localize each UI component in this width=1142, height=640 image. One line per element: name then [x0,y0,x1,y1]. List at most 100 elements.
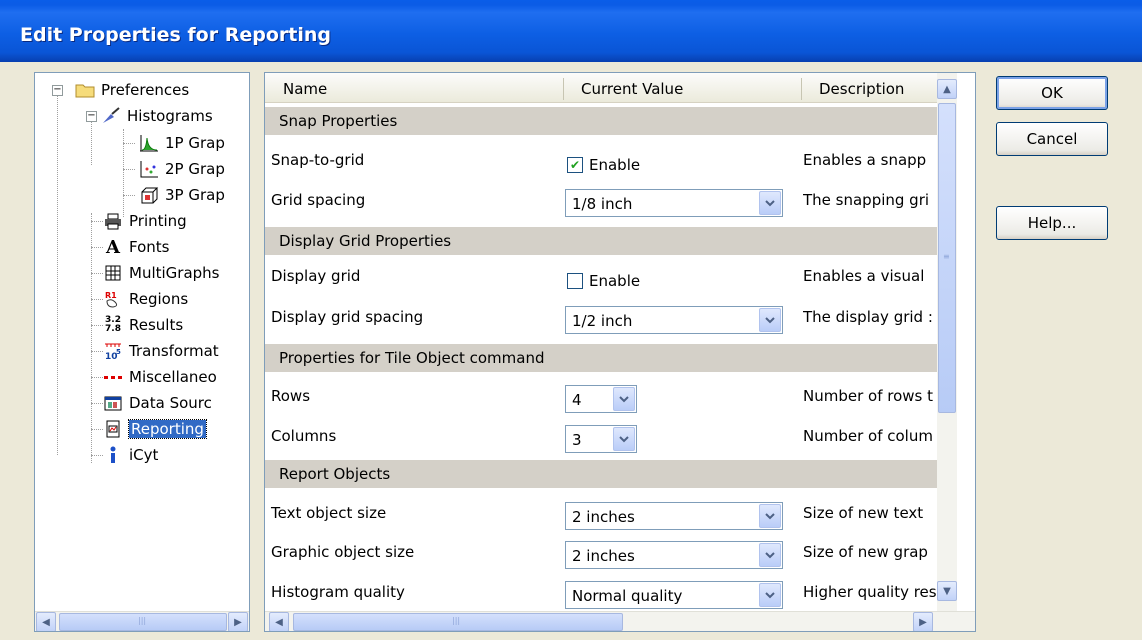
checkbox-label: Enable [589,272,641,290]
property-description: The display grid : [803,308,933,326]
collapse-preferences-icon[interactable]: − [52,85,63,96]
checkbox-label: Enable [589,156,641,174]
tree-item-label: 2P Grap [165,160,225,178]
button-label: Cancel [1026,130,1078,148]
tree-item-label: Fonts [129,238,170,256]
tree-item-icyt[interactable]: iCyt [103,442,158,468]
scroll-down-icon[interactable]: ▼ [937,581,957,601]
chevron-down-icon[interactable] [759,191,781,215]
rows-dropdown[interactable]: 4 [565,385,637,413]
tree-item-label-selected: Reporting [128,419,207,439]
property-description: Enables a visual [803,267,925,285]
scroll-right-icon[interactable]: ▶ [228,612,248,631]
column-header-current-value[interactable]: Current Value [581,80,683,98]
tree-item-label: Preferences [101,81,190,99]
scroll-thumb[interactable]: ||| [59,613,227,631]
tree-item-reporting[interactable]: Reporting [103,416,207,442]
dropdown-value: 4 [572,391,582,409]
svg-text:R1: R1 [105,291,117,300]
tree-item-label: 3P Grap [165,186,225,204]
grid-horizontal-scrollbar[interactable]: ◀ ||| ▶ [265,611,975,631]
window-title: Edit Properties for Reporting [20,24,331,46]
property-name: Columns [271,427,337,445]
tree-item-multigraphs[interactable]: MultiGraphs [103,260,220,286]
property-description: Size of new grap [803,543,928,561]
column-header-name[interactable]: Name [283,80,327,98]
display-grid-spacing-dropdown[interactable]: 1/2 inch [565,306,783,334]
dropdown-value: 2 inches [572,547,635,565]
tree-item-data-source[interactable]: Data Sourc [103,390,212,416]
chevron-down-icon[interactable] [613,427,635,451]
tree-item-miscellaneous[interactable]: Miscellaneo [103,364,217,390]
tree-item-label: Regions [129,290,189,308]
scroll-right-icon[interactable]: ▶ [913,612,933,631]
tree-item-2p-graph[interactable]: 2P Grap [139,156,225,182]
snap-to-grid-checkbox[interactable]: ✔ [567,157,583,173]
collapse-histograms-icon[interactable]: − [86,111,97,122]
scroll-up-icon[interactable]: ▲ [937,79,957,99]
graphic-object-size-dropdown[interactable]: 2 inches [565,541,783,569]
columns-dropdown[interactable]: 3 [565,425,637,453]
reporting-icon [103,419,123,439]
property-description: Number of colum [803,427,933,445]
preferences-tree[interactable]: − − Preferences Histograms 1P Grap 2P Gr… [34,72,250,632]
tree-item-preferences[interactable]: Preferences [75,77,189,103]
section-display-grid-properties: Display Grid Properties [265,227,937,255]
scroll-left-icon[interactable]: ◀ [36,612,56,631]
grid-vertical-scrollbar[interactable]: ▲ ≡ ▼ [937,73,957,611]
2p-graph-icon [139,159,159,179]
property-description: Higher quality res [803,583,937,601]
property-name: Snap-to-grid [271,151,365,169]
property-grid[interactable]: Name Current Value Description Snap Prop… [264,72,976,632]
histogram-quality-dropdown[interactable]: Normal quality [565,581,783,609]
grid-spacing-dropdown[interactable]: 1/8 inch [565,189,783,217]
property-name: Display grid spacing [271,308,424,326]
chevron-down-icon[interactable] [759,308,781,332]
column-header-description[interactable]: Description [819,80,904,98]
svg-text:5: 5 [116,348,121,356]
text-object-size-dropdown[interactable]: 2 inches [565,502,783,530]
font-icon: A [106,236,120,258]
dropdown-value: Normal quality [572,587,683,605]
section-tile-object-properties: Properties for Tile Object command [265,344,937,372]
chevron-down-icon[interactable] [759,504,781,528]
tree-item-label: MultiGraphs [129,264,220,282]
info-icon [103,445,123,465]
scroll-left-icon[interactable]: ◀ [269,612,289,631]
1p-graph-icon [139,133,159,153]
tree-item-1p-graph[interactable]: 1P Grap [139,130,225,156]
tree-item-fonts[interactable]: A Fonts [103,234,169,260]
tree-item-label: Histograms [127,107,213,125]
tree-item-histograms[interactable]: Histograms [101,103,213,129]
folder-icon [75,80,95,100]
dropdown-value: 1/2 inch [572,312,633,330]
property-description: Number of rows t [803,387,933,405]
tree-item-results[interactable]: 3.2 7.8 Results [103,312,183,338]
miscellaneous-icon [103,367,123,387]
tree-item-label: 1P Grap [165,134,225,152]
display-grid-checkbox[interactable] [567,273,583,289]
property-description: Enables a snapp [803,151,927,169]
multigraph-icon [103,263,123,283]
property-name: Rows [271,387,311,405]
tree-item-transformations[interactable]: 10 5 Transformat [103,338,219,364]
tree-horizontal-scrollbar[interactable]: ◀ ||| ▶ [35,611,249,631]
chevron-down-icon[interactable] [759,543,781,567]
chevron-down-icon[interactable] [613,387,635,411]
tree-item-label: Printing [129,212,187,230]
help-button[interactable]: Help... [996,206,1108,240]
cancel-button[interactable]: Cancel [996,122,1108,156]
button-label: OK [1041,84,1063,102]
scroll-thumb[interactable]: ≡ [938,103,956,413]
scroll-thumb[interactable]: ||| [293,613,623,631]
tree-item-printing[interactable]: Printing [103,208,187,234]
chevron-down-icon[interactable] [759,583,781,607]
property-name: Histogram quality [271,583,405,601]
ok-button[interactable]: OK [996,76,1108,110]
tree-item-label: Transformat [129,342,219,360]
tree-item-regions[interactable]: R1 Regions [103,286,188,312]
dropdown-value: 1/8 inch [572,195,633,213]
regions-icon: R1 [103,289,123,309]
property-description: Size of new text [803,504,924,522]
tree-item-3p-graph[interactable]: 3P Grap [139,182,225,208]
